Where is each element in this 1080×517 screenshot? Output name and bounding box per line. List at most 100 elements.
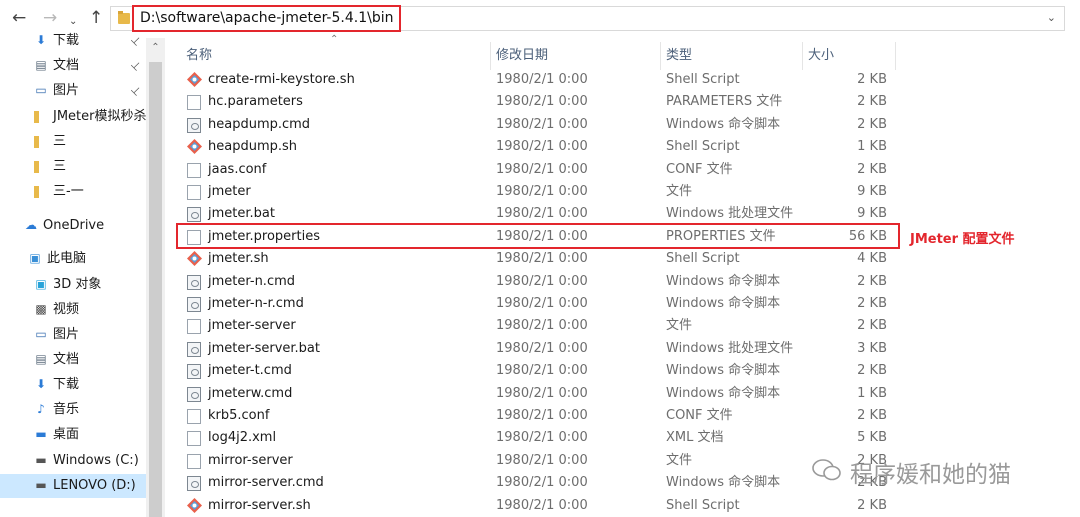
file-row[interactable]: create-rmi-keystore.sh 1980/2/1 0:00 Shell… [176, 69, 900, 91]
pin-icon[interactable]: ⊥ [124, 54, 146, 78]
sidebar-item[interactable]: ▣ 此电脑 [0, 247, 146, 271]
file-name: heapdump.sh [208, 139, 298, 154]
script-file-icon [187, 387, 201, 402]
file-name: jaas.conf [208, 162, 267, 177]
file-type: 文件 [666, 318, 693, 333]
download-icon: ⬇ [35, 377, 47, 391]
file-type: Shell Script [666, 498, 740, 513]
file-row[interactable]: mirror-server 1980/2/1 0:00 文件 2 KB [176, 450, 900, 472]
sidebar-item[interactable]: ▣ 3D 对象 [0, 273, 146, 297]
file-row[interactable]: heapdump.sh 1980/2/1 0:00 Shell Script 1 KB [176, 136, 900, 158]
column-header-name[interactable]: 名称 [186, 46, 212, 66]
file-modified-date: 1980/2/1 0:00 [496, 72, 588, 87]
file-name: jmeter [208, 184, 251, 199]
shell-script-icon [187, 72, 202, 87]
file-row[interactable]: hc.parameters 1980/2/1 0:00 PARAMETERS 文件 2… [176, 91, 900, 113]
file-row[interactable]: jmeter-t.cmd 1980/2/1 0:00 Windows 命令脚本 2 K… [176, 360, 900, 382]
file-modified-date: 1980/2/1 0:00 [496, 318, 588, 333]
sidebar-item-label: 三 [53, 134, 67, 149]
video-icon: ▩ [35, 302, 47, 316]
file-modified-date: 1980/2/1 0:00 [496, 162, 588, 177]
file-size: 2 KB [857, 296, 887, 311]
file-name: heapdump.cmd [208, 117, 311, 132]
column-divider[interactable] [490, 42, 491, 70]
sidebar-item[interactable]: ▬ Windows (C:) [0, 449, 146, 473]
sidebar-item-label: 三-一 [53, 184, 84, 199]
file-name: jmeter-server.bat [208, 341, 320, 356]
sidebar-item[interactable]: ⬇ 下载 ⊥ [0, 29, 146, 53]
sidebar-item[interactable]: 三 [0, 155, 146, 179]
sidebar-item[interactable]: ♪ 音乐 [0, 398, 146, 422]
sidebar-item-label: 视频 [53, 302, 80, 317]
file-name: jmeter-t.cmd [208, 363, 292, 378]
file-type: Windows 命令脚本 [666, 475, 781, 490]
file-type: Windows 批处理文件 [666, 206, 794, 221]
pin-icon[interactable]: ⊥ [124, 79, 146, 103]
file-row[interactable]: jaas.conf 1980/2/1 0:00 CONF 文件 2 KB [176, 159, 900, 181]
script-file-icon [187, 297, 201, 312]
file-row[interactable]: jmeter-n.cmd 1980/2/1 0:00 Windows 命令脚本 2 K… [176, 271, 900, 293]
file-name: jmeter-n.cmd [208, 274, 296, 289]
sidebar-item[interactable]: ▭ 图片 [0, 323, 146, 347]
file-size: 5 KB [857, 430, 887, 445]
file-icon [187, 409, 201, 424]
file-icon [187, 431, 201, 446]
column-header-date[interactable]: 修改日期 [496, 46, 548, 66]
file-row[interactable]: jmeter-server.bat 1980/2/1 0:00 Windows 批处… [176, 338, 900, 360]
column-divider[interactable] [802, 42, 803, 70]
pin-icon[interactable]: ⊥ [124, 29, 146, 53]
arrow-left-icon[interactable]: ← [12, 8, 26, 28]
sidebar-item[interactable]: ▬ 桌面 [0, 423, 146, 447]
file-name: jmeter-n-r.cmd [208, 296, 304, 311]
arrow-up-icon[interactable]: ↑ [89, 8, 103, 28]
arrow-right-icon[interactable]: → [43, 8, 57, 28]
file-row[interactable]: mirror-server.sh 1980/2/1 0:00 Shell Scrip… [176, 495, 900, 517]
sidebar-item-label: JMeter模拟秒杀 [53, 109, 146, 124]
sidebar-item[interactable]: 三-一 [0, 180, 146, 204]
file-row[interactable]: jmeter-server 1980/2/1 0:00 文件 2 KB [176, 315, 900, 337]
wechat-icon [812, 459, 841, 481]
file-row[interactable]: jmeter 1980/2/1 0:00 文件 9 KB [176, 181, 900, 203]
file-row[interactable]: krb5.conf 1980/2/1 0:00 CONF 文件 2 KB [176, 405, 900, 427]
file-row[interactable]: heapdump.cmd 1980/2/1 0:00 Windows 命令脚本 2 K… [176, 114, 900, 136]
sidebar-item[interactable]: ▭ 图片 ⊥ [0, 79, 146, 103]
column-divider[interactable] [660, 42, 661, 70]
cloud-icon: ☁ [25, 218, 37, 232]
sidebar-item[interactable]: ⬇ 下载 [0, 373, 146, 397]
column-header-type[interactable]: 类型 [666, 46, 692, 66]
column-header-size[interactable]: 大小 [808, 46, 834, 66]
file-name: log4j2.xml [208, 430, 277, 445]
file-row[interactable]: mirror-server.cmd 1980/2/1 0:00 Windows 命令… [176, 472, 900, 494]
chevron-down-icon[interactable]: ⌄ [1047, 11, 1056, 24]
sidebar-item[interactable]: JMeter模拟秒杀 [0, 105, 146, 129]
sidebar-scrollbar[interactable]: ⌃ [146, 38, 165, 517]
sidebar-item-label: 三 [53, 159, 67, 174]
file-modified-date: 1980/2/1 0:00 [496, 475, 588, 490]
scroll-up-icon[interactable]: ⌃ [146, 42, 165, 53]
file-row[interactable]: jmeter.sh 1980/2/1 0:00 Shell Script 4 KB [176, 248, 900, 270]
file-name: jmeterw.cmd [208, 386, 293, 401]
file-row[interactable]: jmeter.bat 1980/2/1 0:00 Windows 批处理文件 9 KB [176, 203, 900, 225]
sidebar-item-label: LENOVO (D:) [53, 478, 136, 493]
sidebar-item[interactable]: ☁ OneDrive [0, 214, 146, 238]
address-path[interactable]: D:\software\apache-jmeter-5.4.1\bin [132, 5, 402, 32]
file-type: Windows 命令脚本 [666, 117, 781, 132]
sidebar-item-label: 桌面 [53, 427, 80, 442]
file-row[interactable]: jmeter-n-r.cmd 1980/2/1 0:00 Windows 命令脚本 2… [176, 293, 900, 315]
file-modified-date: 1980/2/1 0:00 [496, 94, 588, 109]
sidebar-item[interactable]: ▤ 文档 ⊥ [0, 54, 146, 78]
file-row[interactable]: log4j2.xml 1980/2/1 0:00 XML 文档 5 KB [176, 427, 900, 449]
file-row[interactable]: jmeterw.cmd 1980/2/1 0:00 Windows 命令脚本 1 KB [176, 383, 900, 405]
script-file-icon [187, 275, 201, 290]
file-name: jmeter.sh [208, 251, 269, 266]
file-size: 3 KB [857, 341, 887, 356]
file-type: XML 文档 [666, 430, 724, 445]
file-size: 2 KB [857, 274, 887, 289]
column-divider[interactable] [895, 42, 896, 70]
desktop-icon: ▬ [35, 427, 47, 441]
scrollbar-thumb[interactable] [149, 62, 162, 517]
sidebar-item[interactable]: ▬ LENOVO (D:) [0, 474, 146, 498]
sidebar-item[interactable]: ▤ 文档 [0, 348, 146, 372]
sidebar-item[interactable]: 三 [0, 130, 146, 154]
sidebar-item[interactable]: ▩ 视频 [0, 298, 146, 322]
